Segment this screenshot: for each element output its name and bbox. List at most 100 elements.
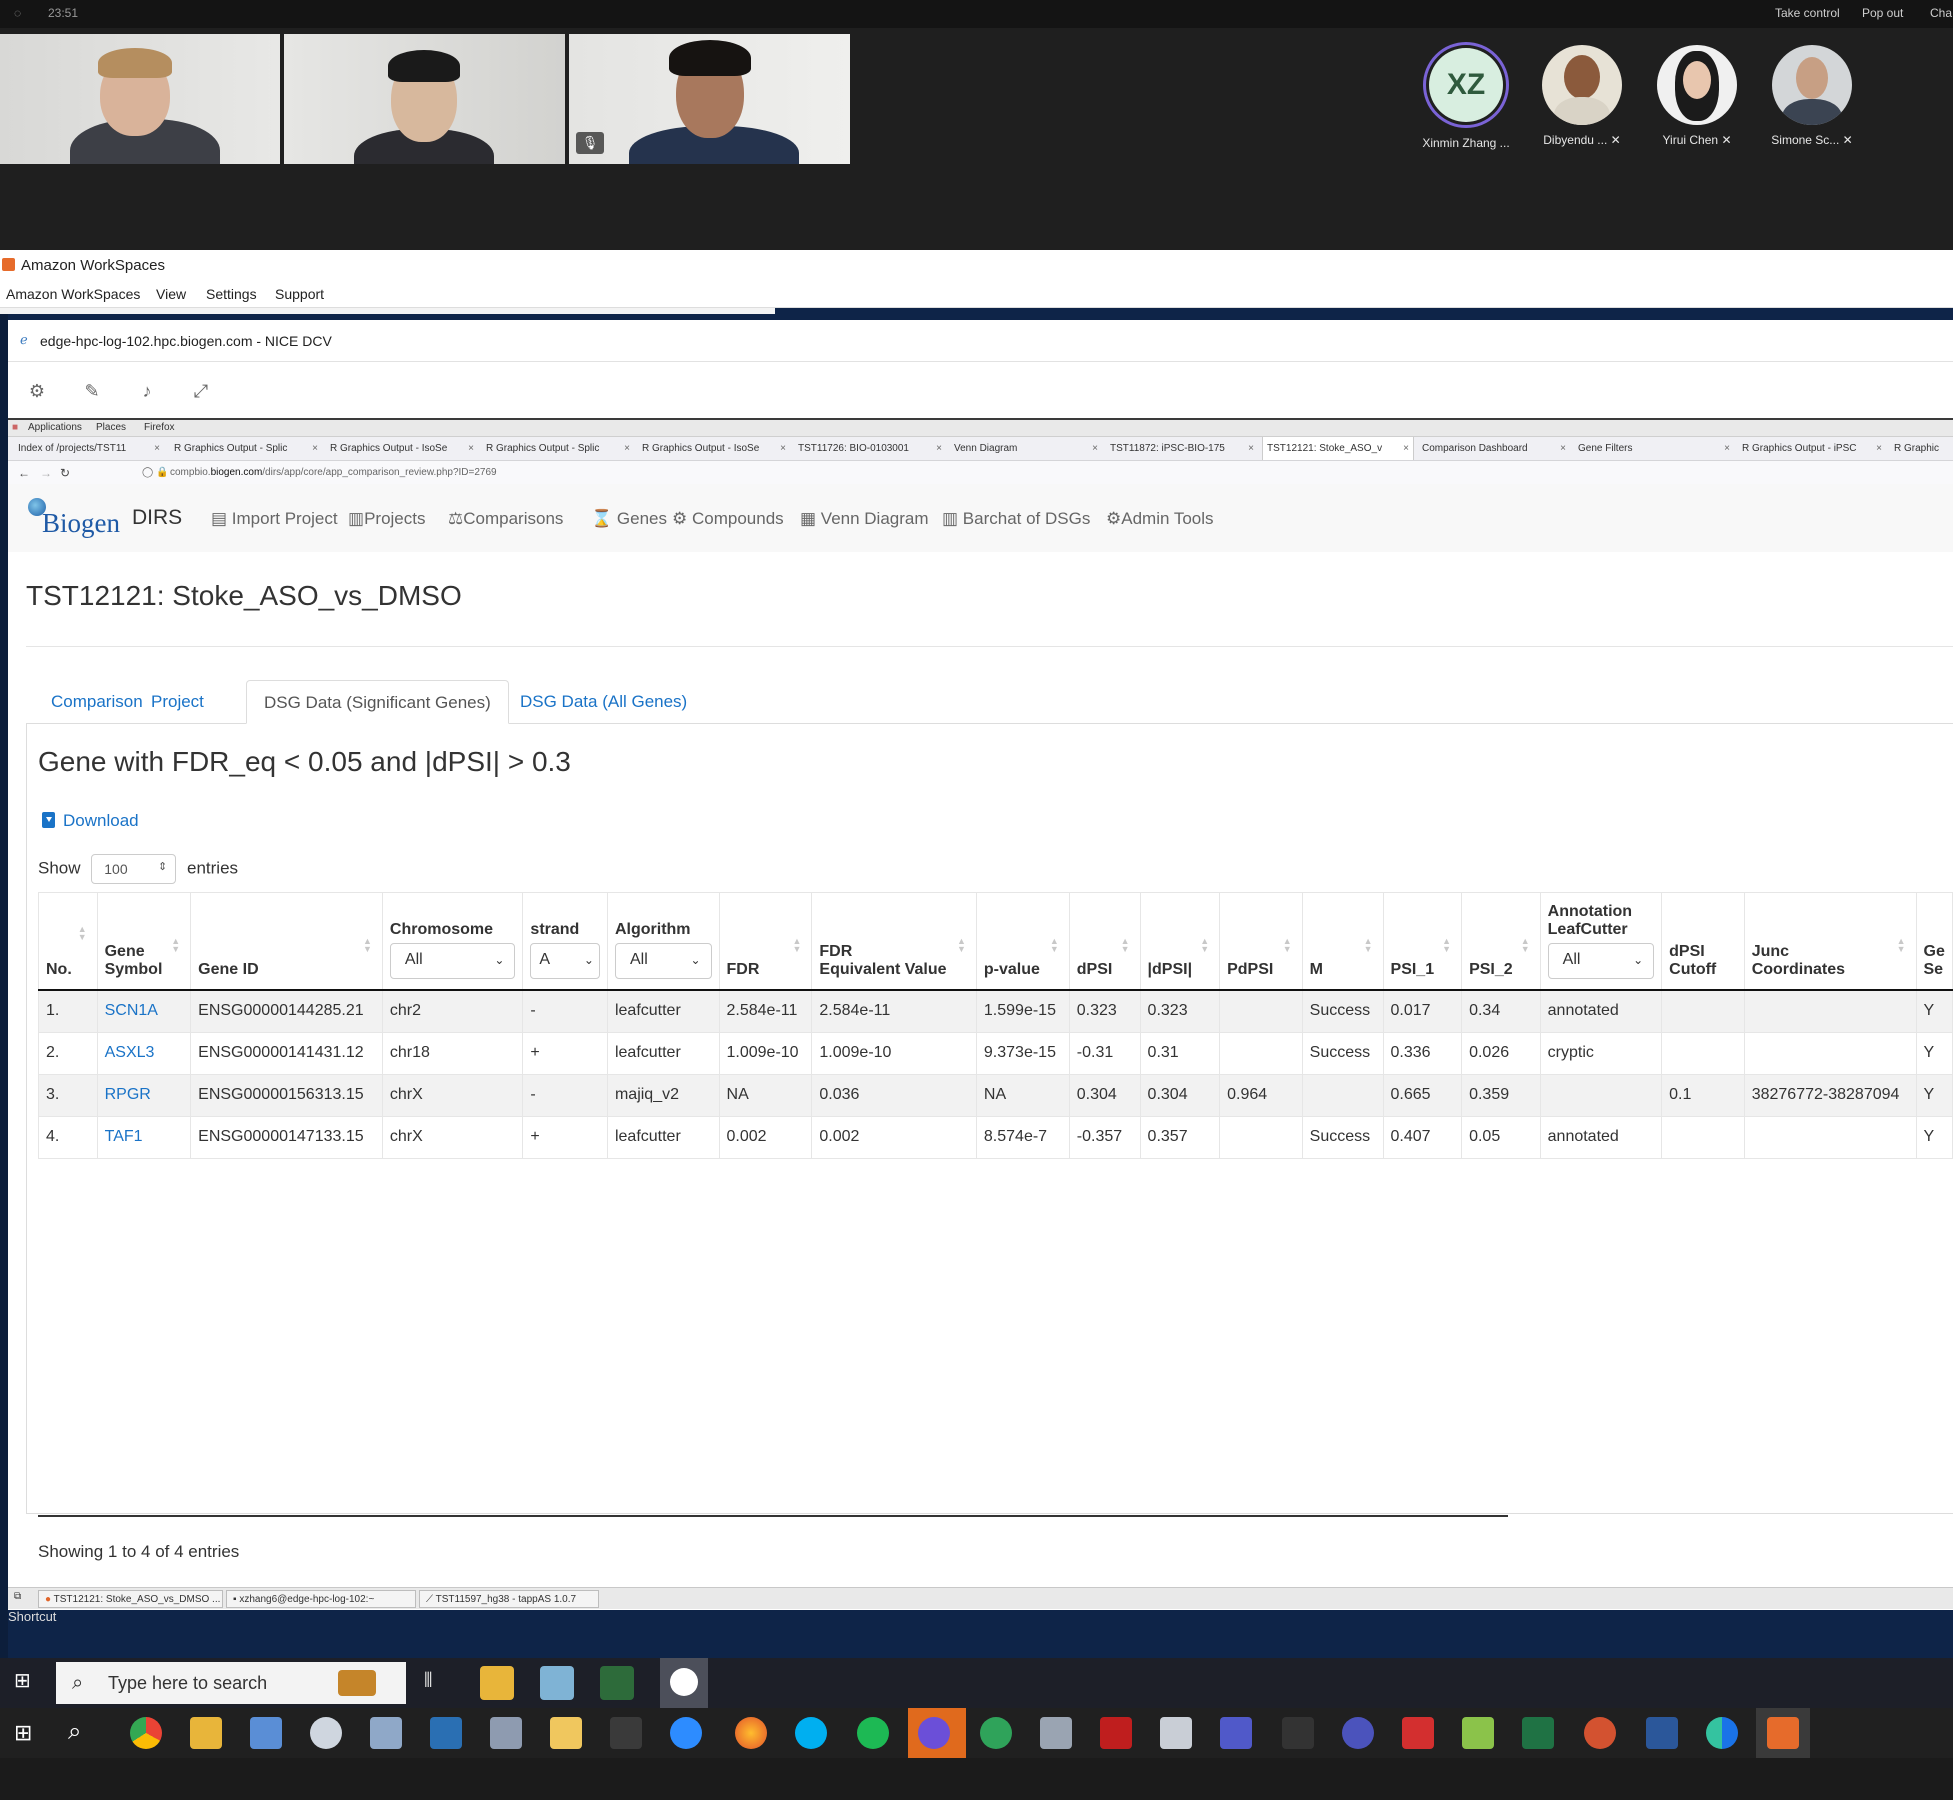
close-icon[interactable]: × (1248, 437, 1254, 460)
col-psi1[interactable]: PSI_1 ▲ ▼ (1382, 892, 1463, 991)
fullscreen-icon[interactable]: ⤢ (190, 380, 212, 402)
url-input[interactable]: compbio.biogen.com/dirs/app/core/app_com… (170, 467, 497, 478)
word-icon[interactable] (1646, 1717, 1678, 1749)
menu-settings[interactable]: Settings (206, 286, 257, 302)
window-button-firefox[interactable]: ● TST12121: Stoke_ASO_vs_DMSO ... (38, 1590, 223, 1608)
browser-tab[interactable]: TST11726: BIO-0103001 × (794, 437, 946, 460)
window-button-tappas[interactable]: ⟋ TST11597_hg38 - tappAS 1.0.7 (419, 1590, 599, 1608)
task-view-icon[interactable]: ⫴ (424, 1670, 432, 1693)
brand-logo[interactable]: Biogen (42, 508, 120, 539)
menu-firefox[interactable]: Firefox (144, 422, 175, 433)
col-junc[interactable]: Junc Coordinates ▲ ▼ (1743, 892, 1917, 991)
back-icon[interactable]: ← (18, 466, 30, 480)
video-tile[interactable] (0, 34, 280, 164)
file-explorer-icon[interactable] (480, 1666, 514, 1700)
take-control-button[interactable]: Take control (1775, 6, 1840, 20)
menu-view[interactable]: View (156, 286, 186, 302)
search-icon[interactable]: ⌕ (68, 1718, 81, 1746)
nav-comparisons[interactable]: ⚖Comparisons (448, 509, 563, 529)
gene-link[interactable]: SCN1A (105, 1002, 158, 1019)
close-icon[interactable]: × (936, 437, 942, 460)
snipping-icon[interactable] (310, 1717, 342, 1749)
table-row[interactable]: 4. TAF1 ENSG00000147133.15 chrX + leafcu… (38, 1115, 1953, 1159)
nav-admin-tools[interactable]: ⚙Admin Tools (1106, 509, 1214, 529)
tab-project[interactable]: Project (134, 680, 221, 724)
entries-select[interactable]: 100 ⇕ (91, 854, 177, 884)
nav-barchart[interactable]: ▥ Barchat of DSGs (942, 509, 1090, 529)
table-row[interactable]: 2. ASXL3 ENSG00000141431.12 chr18 + leaf… (38, 1031, 1953, 1075)
col-gene-symbol[interactable]: Gene Symbol ▲ ▼ (96, 892, 192, 991)
spotify-icon[interactable] (857, 1717, 889, 1749)
gene-link[interactable]: RPGR (105, 1086, 151, 1103)
edge-icon[interactable] (1706, 1717, 1738, 1749)
close-icon[interactable]: × (1092, 437, 1098, 460)
browser-tab-active[interactable]: TST12121: Stoke_ASO_v × (1262, 437, 1414, 460)
close-icon[interactable]: × (312, 437, 318, 460)
windows-start-icon[interactable]: ⊞ (14, 1671, 34, 1691)
tab-dsg-all[interactable]: DSG Data (All Genes) (503, 680, 704, 724)
table-row[interactable]: 1. SCN1A ENSG00000144285.21 chr2 - leafc… (38, 989, 1953, 1033)
chat-button[interactable]: Cha (1930, 6, 1952, 20)
annotation-filter[interactable]: All ⌄ (1547, 943, 1655, 979)
workspaces-client-icon[interactable] (1767, 1717, 1799, 1749)
show-desktop-icon[interactable]: ⧉ (14, 1591, 21, 1602)
nav-genes[interactable]: ⌛ Genes (591, 509, 667, 529)
col-psi2[interactable]: PSI_2 ▲ ▼ (1461, 892, 1541, 991)
close-icon[interactable]: × (468, 437, 474, 460)
gene-link[interactable]: ASXL3 (105, 1044, 155, 1061)
browser-tab[interactable]: Index of /projects/TST11 × (14, 437, 164, 460)
col-strand[interactable]: strand A ⌄ (522, 892, 608, 991)
powerpoint-icon[interactable] (1584, 1717, 1616, 1749)
col-dpsi[interactable]: dPSI ▲ ▼ (1068, 892, 1141, 991)
col-algorithm[interactable]: Algorithm All ⌄ (606, 892, 720, 991)
algorithm-filter[interactable]: All ⌄ (614, 943, 712, 979)
browser-tab[interactable]: Comparison Dashboard × (1418, 437, 1570, 460)
pop-out-button[interactable]: Pop out (1862, 6, 1903, 20)
participant-simone[interactable]: Simone Sc... ✕ (1757, 45, 1867, 147)
video-tile[interactable] (569, 34, 850, 164)
console-icon[interactable] (1282, 1717, 1314, 1749)
chrome-icon[interactable] (130, 1717, 162, 1749)
participant-dibyendu[interactable]: Dibyendu ... ✕ (1527, 45, 1637, 147)
close-icon[interactable]: × (154, 437, 160, 460)
teams-chat-icon[interactable] (918, 1717, 950, 1749)
col-pdpsi[interactable]: PdPSI ▲ ▼ (1219, 892, 1303, 991)
close-icon[interactable]: × (1403, 437, 1409, 460)
filezilla-icon[interactable] (1100, 1717, 1132, 1749)
participant-yirui[interactable]: Yirui Chen ✕ (1642, 45, 1752, 147)
printer-icon[interactable] (1160, 1717, 1192, 1749)
browser-tab[interactable]: R Graphics Output - IsoSe × (638, 437, 790, 460)
acrobat-icon[interactable] (1402, 1717, 1434, 1749)
col-annotation[interactable]: Annotation LeafCutter All ⌄ (1539, 892, 1663, 991)
skype-icon[interactable] (795, 1717, 827, 1749)
nav-venn-diagram[interactable]: ▦ Venn Diagram (800, 509, 929, 529)
strand-filter[interactable]: A ⌄ (530, 943, 600, 979)
windows-start-icon[interactable]: ⊞ (14, 1720, 32, 1746)
image-editor-icon[interactable] (1462, 1717, 1494, 1749)
globe-icon[interactable] (980, 1717, 1012, 1749)
remote-icon[interactable] (1040, 1717, 1072, 1749)
workspaces-icon[interactable] (490, 1717, 522, 1749)
taskbar-search-input[interactable]: ⌕ Type here to search (56, 1662, 406, 1704)
gear-icon[interactable]: ⚙ (26, 380, 48, 402)
tab-dsg-significant[interactable]: DSG Data (Significant Genes) (246, 680, 509, 724)
col-no[interactable]: No. ▲ ▼ (38, 892, 98, 991)
teams-icon[interactable] (1220, 1717, 1252, 1749)
menu-places[interactable]: Places (96, 422, 126, 433)
window-button-terminal[interactable]: ▪ xzhang6@edge-hpc-log-102:~ (226, 1590, 416, 1608)
gene-link[interactable]: TAF1 (105, 1128, 143, 1145)
col-pvalue[interactable]: p-value ▲ ▼ (975, 892, 1070, 991)
browser-tab[interactable]: R Graphics Output - iPSC × (1738, 437, 1886, 460)
nav-import-project[interactable]: ▤ Import Project (211, 509, 338, 529)
excel-icon[interactable] (1522, 1717, 1554, 1749)
participant-xinmin[interactable]: XZ Xinmin Zhang ... (1411, 42, 1521, 150)
connect-icon[interactable] (370, 1717, 402, 1749)
firefox-icon[interactable] (735, 1717, 767, 1749)
close-icon[interactable]: × (780, 437, 786, 460)
network-icon[interactable] (250, 1717, 282, 1749)
teams-personal-icon[interactable] (1342, 1717, 1374, 1749)
remote-app-icon[interactable] (600, 1666, 634, 1700)
chromosome-filter[interactable]: All ⌄ (389, 943, 516, 979)
speaker-icon[interactable]: ♪ (136, 380, 158, 402)
menu-amazon-workspaces[interactable]: Amazon WorkSpaces (6, 286, 140, 302)
